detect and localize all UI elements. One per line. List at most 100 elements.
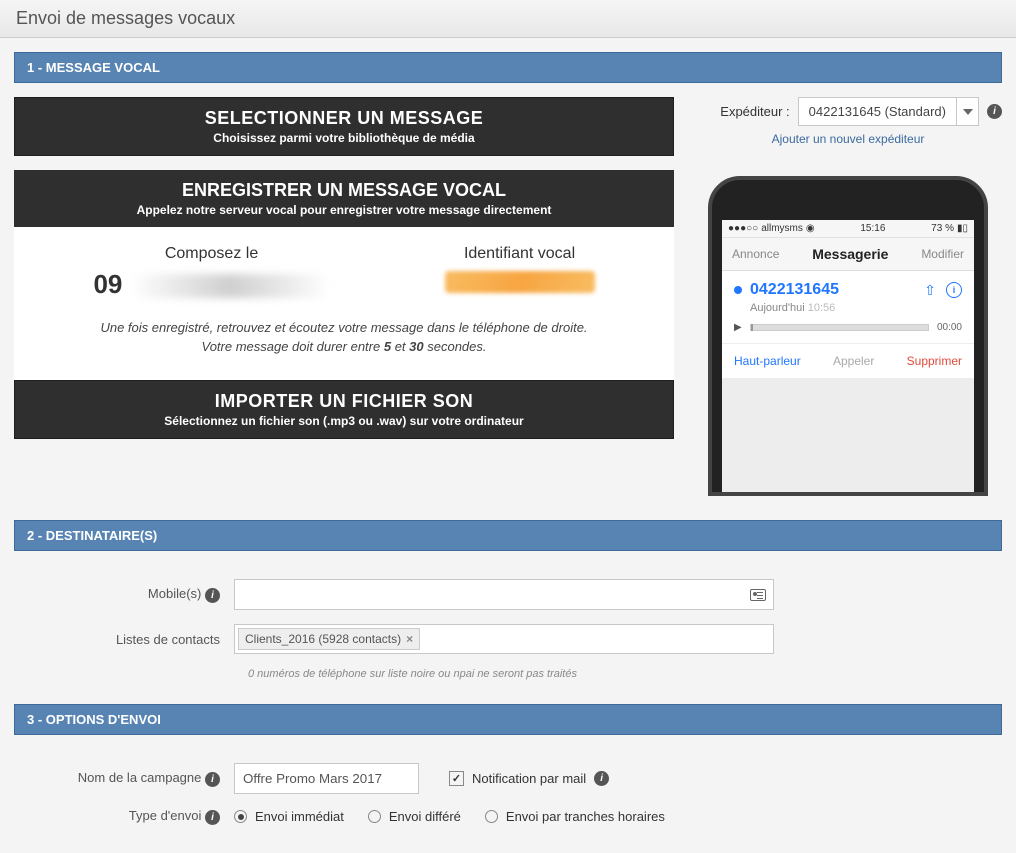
play-icon[interactable]: ▶ — [734, 322, 742, 333]
sender-row: Expéditeur : 0422131645 (Standard) i — [694, 97, 1002, 126]
close-icon[interactable]: × — [406, 632, 413, 646]
sender-select[interactable]: 0422131645 (Standard) — [798, 97, 979, 126]
phone-empty-area — [722, 378, 974, 496]
voicemail-row[interactable]: 0422131645 ⇧ i Aujourd'hui 10:56 ▶ — [722, 271, 974, 344]
phone-frame: ●●●○○ allmysms ◉ 15:16 73 % ▮▯ Annonc — [708, 176, 988, 496]
section-1-header: 1 - MESSAGE VOCAL — [14, 52, 1002, 83]
vm-player: ▶ 00:00 — [734, 322, 962, 333]
page-header: Envoi de messages vocaux — [0, 0, 1016, 38]
section-2-header: 2 - DESTINATAIRE(S) — [14, 520, 1002, 551]
notif-checkbox[interactable]: ✓ — [449, 771, 464, 786]
notif-label: Notification par mail — [472, 771, 586, 786]
vm-duration: 00:00 — [937, 322, 962, 333]
nav-edit[interactable]: Modifier — [921, 247, 964, 261]
progress-bar[interactable] — [750, 324, 929, 331]
obscured-ident-icon — [445, 271, 595, 293]
lists-input[interactable]: Clients_2016 (5928 contacts) × — [234, 624, 774, 654]
import-title: IMPORTER UN FICHIER SON — [31, 391, 657, 412]
compose-prefix: 09 — [93, 269, 122, 299]
vm-actions: Haut-parleur Appeler Supprimer — [722, 344, 974, 378]
campaign-label: Nom de la campagne i — [14, 770, 234, 787]
status-battery-pct: 73 % — [931, 223, 954, 234]
compose-label: Composez le — [93, 245, 329, 263]
info-icon[interactable]: i — [205, 772, 220, 787]
record-sub: Appelez notre serveur vocal pour enregis… — [30, 203, 658, 217]
info-icon[interactable]: i — [987, 104, 1002, 119]
record-message-header: ENREGISTRER UN MESSAGE VOCAL Appelez not… — [14, 170, 674, 227]
main-content: 1 - MESSAGE VOCAL SELECTIONNER UN MESSAG… — [0, 38, 1016, 853]
blacklist-hint: 0 numéros de téléphone sur liste noire o… — [248, 668, 1002, 680]
record-message-body: Composez le 09 Identifiant vocal Une foi… — [14, 227, 674, 380]
record-note-2: Votre message doit durer entre 5 et 30 s… — [36, 339, 652, 354]
ident-col: Identifiant vocal — [445, 245, 595, 300]
sender-value: 0422131645 (Standard) — [799, 98, 956, 125]
radio-slots[interactable]: Envoi par tranches horaires — [485, 809, 665, 824]
list-tag-label: Clients_2016 (5928 contacts) — [245, 632, 401, 646]
call-button[interactable]: Appeler — [833, 354, 874, 368]
import-file-button[interactable]: IMPORTER UN FICHIER SON Sélectionnez un … — [14, 380, 674, 439]
list-tag: Clients_2016 (5928 contacts) × — [238, 628, 420, 650]
share-icon[interactable]: ⇧ — [922, 282, 938, 299]
campaign-row: Nom de la campagne i ✓ Notification par … — [14, 763, 1002, 794]
compose-number: 09 — [93, 269, 329, 300]
record-title: ENREGISTRER UN MESSAGE VOCAL — [30, 180, 658, 201]
battery-icon: ▮▯ — [957, 223, 968, 234]
radio-icon — [368, 810, 381, 823]
signal-icon: ●●●○○ — [728, 223, 758, 234]
add-sender-link[interactable]: Ajouter un nouvel expéditeur — [694, 132, 1002, 146]
speaker-button[interactable]: Haut-parleur — [734, 354, 801, 368]
chevron-down-icon[interactable] — [956, 98, 978, 125]
info-icon[interactable]: i — [594, 771, 609, 786]
import-sub: Sélectionnez un fichier son (.mp3 ou .wa… — [31, 414, 657, 428]
lists-label: Listes de contacts — [14, 632, 234, 647]
info-icon[interactable]: i — [205, 588, 220, 603]
mobiles-row: Mobile(s) i — [14, 579, 1002, 610]
section-3-header: 3 - OPTIONS D'ENVOI — [14, 704, 1002, 735]
send-type-group: Envoi immédiat Envoi différé Envoi par t… — [234, 809, 665, 824]
unread-dot-icon — [734, 286, 742, 294]
campaign-input[interactable] — [234, 763, 419, 794]
message-options-column: SELECTIONNER UN MESSAGE Choisissez parmi… — [14, 97, 674, 496]
wifi-icon: ◉ — [806, 223, 815, 234]
radio-icon — [234, 810, 247, 823]
send-type-label: Type d'envoi i — [14, 808, 234, 825]
section-1-body: SELECTIONNER UN MESSAGE Choisissez parmi… — [14, 83, 1002, 520]
compose-col: Composez le 09 — [93, 245, 329, 300]
notif-checkbox-wrap[interactable]: ✓ Notification par mail i — [449, 771, 609, 786]
vm-top: 0422131645 ⇧ i — [734, 281, 962, 299]
nav-announce[interactable]: Annonce — [732, 247, 779, 261]
info-circle-icon[interactable]: i — [946, 282, 962, 298]
status-left: ●●●○○ allmysms ◉ — [728, 223, 815, 234]
radio-deferred[interactable]: Envoi différé — [368, 809, 461, 824]
section-2-body: Mobile(s) i Listes de contacts Clients_2… — [14, 551, 1002, 704]
info-icon[interactable]: i — [205, 810, 220, 825]
vm-date: Aujourd'hui 10:56 — [750, 302, 962, 314]
contacts-icon[interactable] — [750, 589, 766, 601]
vm-number: 0422131645 — [750, 281, 914, 299]
delete-button[interactable]: Supprimer — [907, 354, 962, 368]
obscured-phone-icon — [130, 274, 330, 298]
phone-screen: ●●●○○ allmysms ◉ 15:16 73 % ▮▯ Annonc — [722, 220, 974, 496]
lists-row: Listes de contacts Clients_2016 (5928 co… — [14, 624, 1002, 654]
radio-icon — [485, 810, 498, 823]
status-carrier: allmysms — [761, 223, 803, 234]
status-time: 15:16 — [860, 223, 885, 234]
radio-immediate[interactable]: Envoi immédiat — [234, 809, 344, 824]
send-type-row: Type d'envoi i Envoi immédiat Envoi diff… — [14, 808, 1002, 825]
record-note-1: Une fois enregistré, retrouvez et écoute… — [36, 320, 652, 335]
sender-column: Expéditeur : 0422131645 (Standard) i Ajo… — [694, 97, 1002, 496]
mobiles-input[interactable] — [234, 579, 774, 610]
compose-row: Composez le 09 Identifiant vocal — [36, 245, 652, 300]
phone-preview: ●●●○○ allmysms ◉ 15:16 73 % ▮▯ Annonc — [694, 176, 1002, 496]
phone-nav: Annonce Messagerie Modifier — [722, 238, 974, 271]
status-right: 73 % ▮▯ — [931, 223, 968, 234]
mobiles-label: Mobile(s) i — [14, 586, 234, 603]
ident-label: Identifiant vocal — [445, 245, 595, 263]
mobiles-input-wrap — [234, 579, 774, 610]
page-title: Envoi de messages vocaux — [16, 8, 1000, 29]
select-message-sub: Choisissez parmi votre bibliothèque de m… — [31, 131, 657, 145]
select-message-button[interactable]: SELECTIONNER UN MESSAGE Choisissez parmi… — [14, 97, 674, 156]
sender-label: Expéditeur : — [720, 104, 789, 119]
select-message-title: SELECTIONNER UN MESSAGE — [31, 108, 657, 129]
nav-title: Messagerie — [812, 246, 888, 262]
